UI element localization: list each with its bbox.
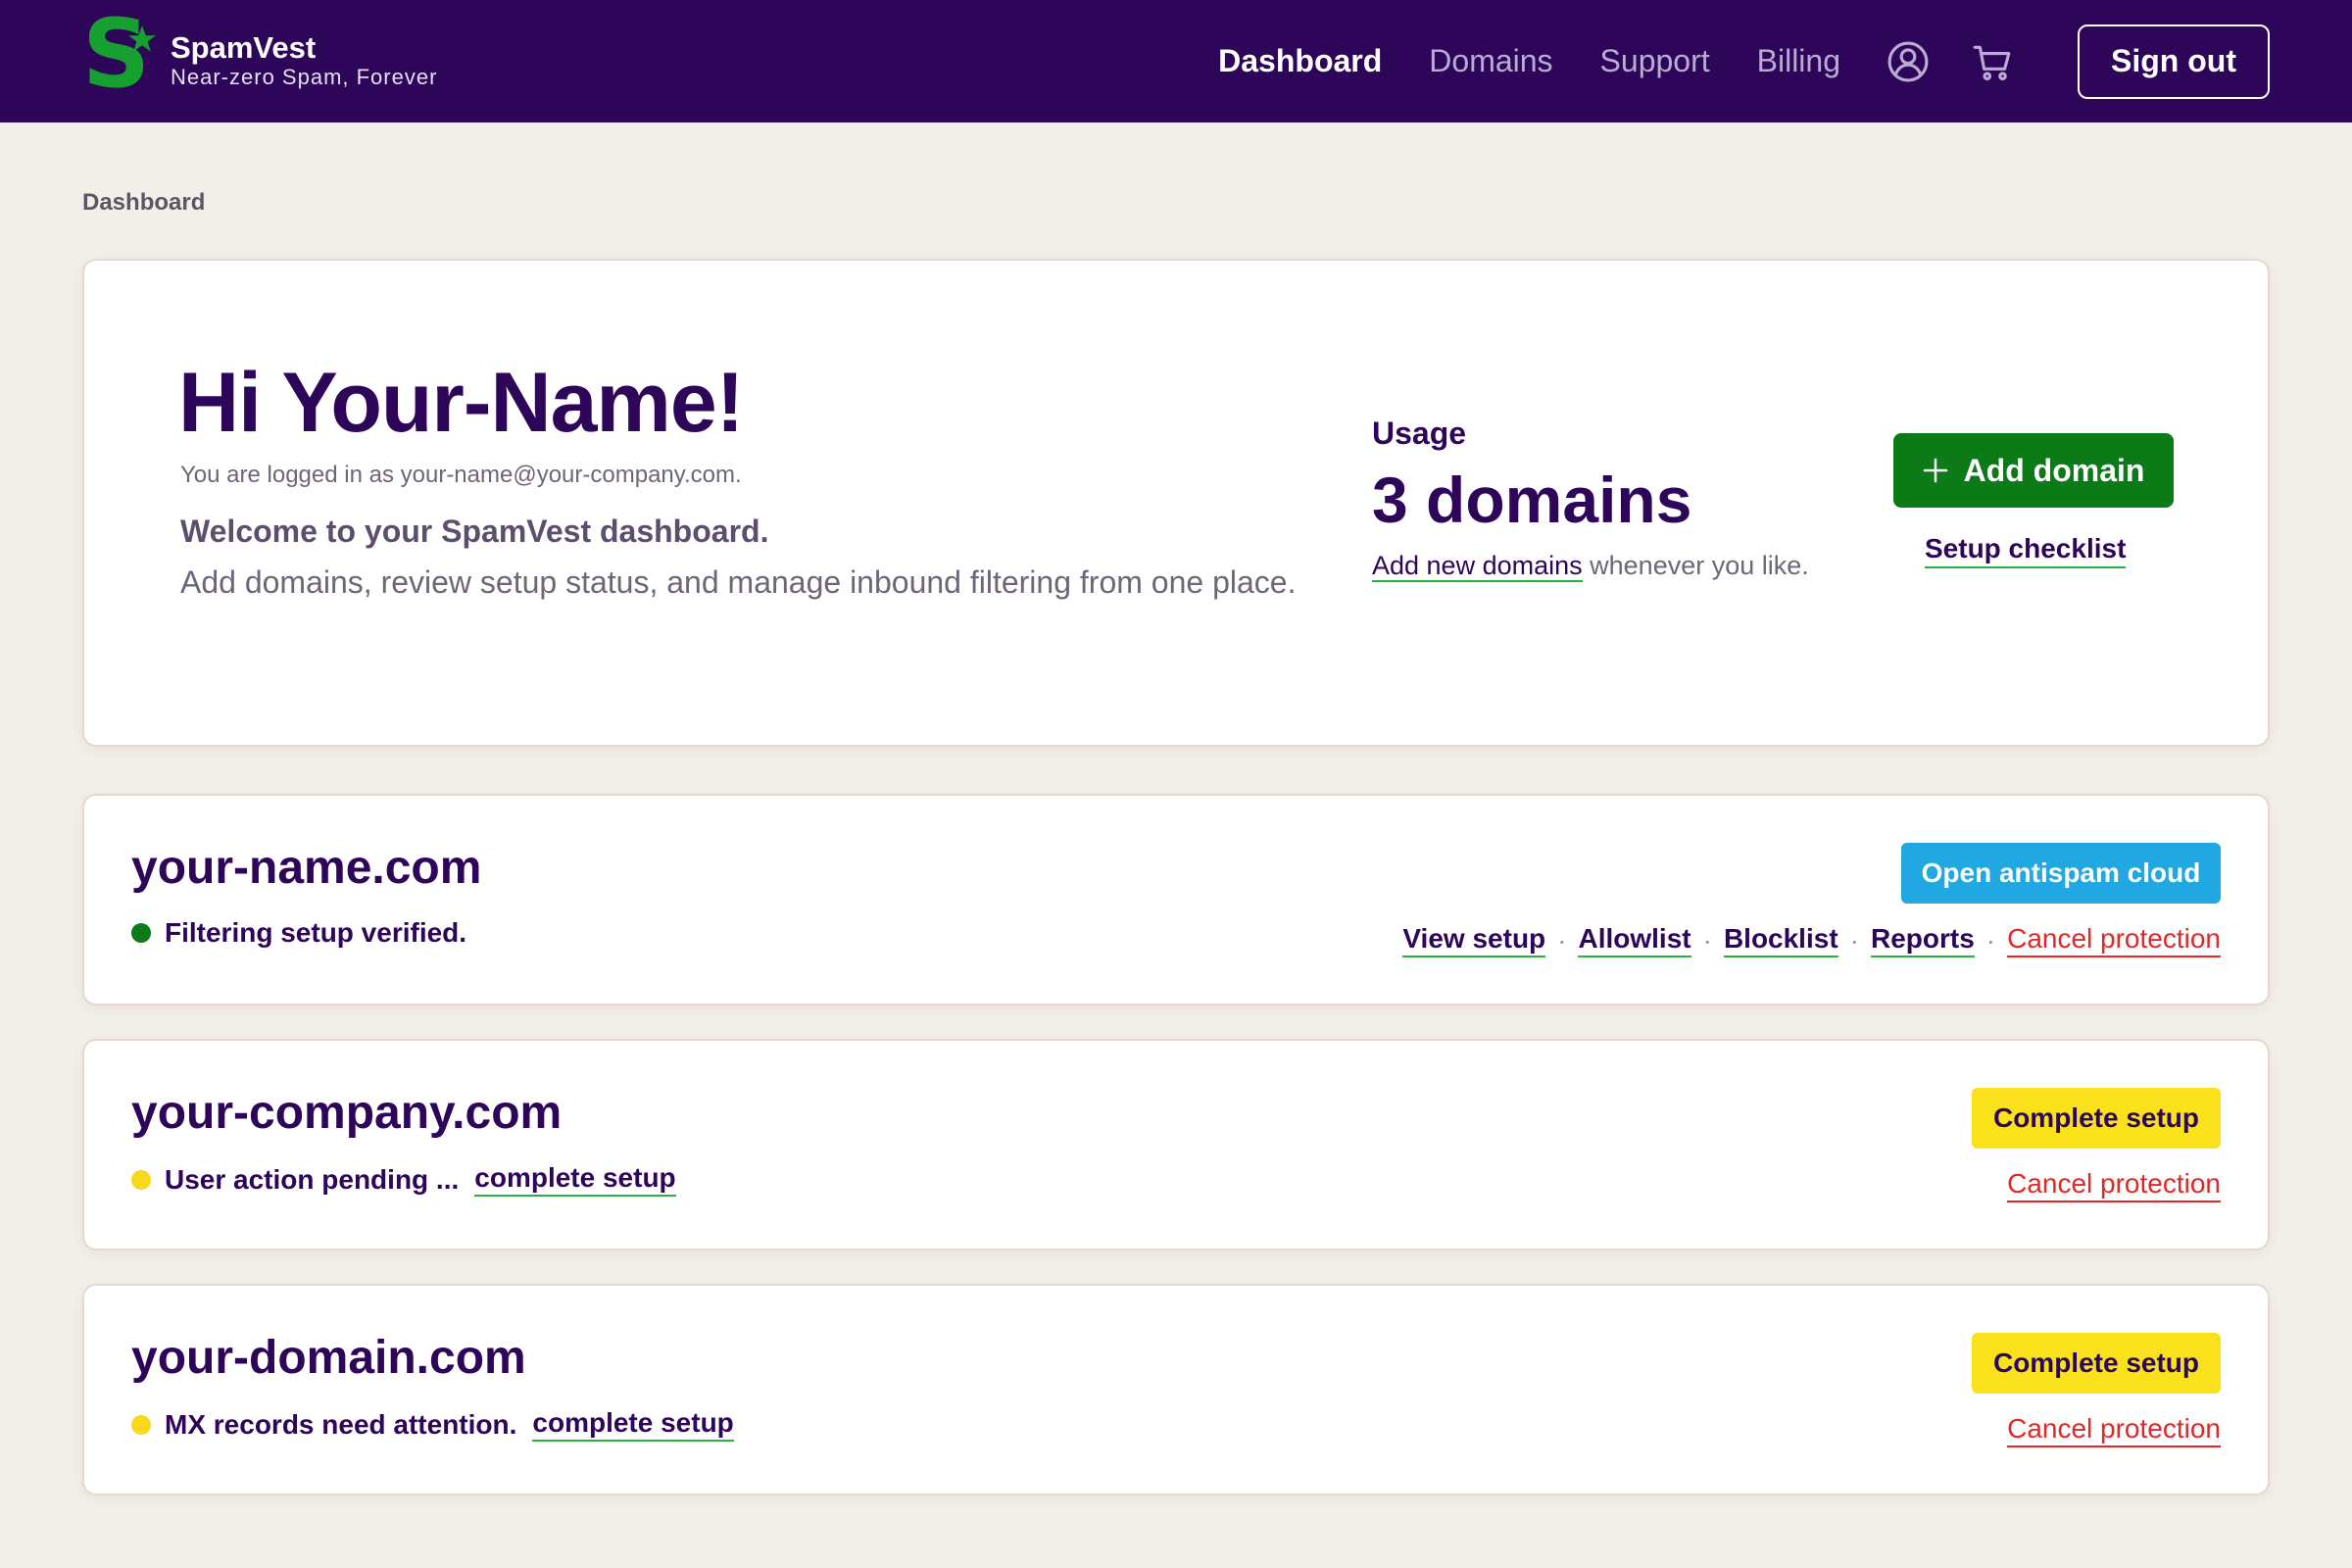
domain-actions: View setup · Allowlist · Blocklist · Rep… xyxy=(1402,923,2221,957)
main-nav: Dashboard Domains Support Billing Sign o… xyxy=(1218,24,2270,99)
status-text: MX records need attention. xyxy=(165,1408,517,1440)
logged-in-info: You are logged in as your-name@your-comp… xyxy=(180,462,742,488)
cancel-protection-link[interactable]: Cancel protection xyxy=(2007,923,2221,957)
complete-setup-button[interactable]: Complete setup xyxy=(1972,1088,2221,1149)
welcome-card: Hi Your-Name! You are logged in as your-… xyxy=(82,259,2270,747)
domain-name: your-company.com xyxy=(131,1087,563,1139)
reports-link[interactable]: Reports xyxy=(1870,923,1975,957)
separator: · xyxy=(1702,924,1712,956)
domain-status: MX records need attention. complete setu… xyxy=(131,1407,734,1442)
logo-letter: S xyxy=(82,0,151,109)
star-icon xyxy=(128,24,156,51)
status-verified-dot-icon xyxy=(131,923,151,943)
usage-value: 3 domains xyxy=(1372,464,1692,536)
domain-name: your-name.com xyxy=(131,842,482,894)
brand-logo-link[interactable]: S SpamVest Near-zero Spam, Forever xyxy=(82,7,437,101)
domain-card-your-name: your-name.com Filtering setup verified. … xyxy=(82,794,2270,1005)
separator: · xyxy=(1849,924,1859,956)
add-domain-label: Add domain xyxy=(1963,452,2145,488)
brand-tagline: Near-zero Spam, Forever xyxy=(171,65,438,90)
complete-setup-link[interactable]: complete setup xyxy=(474,1162,676,1197)
separator: · xyxy=(1557,924,1567,956)
complete-setup-link[interactable]: complete setup xyxy=(532,1407,734,1442)
nav-dashboard[interactable]: Dashboard xyxy=(1218,43,1382,79)
brand-text: SpamVest Near-zero Spam, Forever xyxy=(171,31,437,90)
domain-status: Filtering setup verified. xyxy=(131,917,466,949)
setup-checklist-link[interactable]: Setup checklist xyxy=(1925,533,2127,568)
account-icon[interactable] xyxy=(1887,41,1929,82)
plus-icon xyxy=(1923,458,1947,483)
nav-support[interactable]: Support xyxy=(1600,43,1710,79)
welcome-description: Add domains, review setup status, and ma… xyxy=(180,564,1297,600)
status-pending-dot-icon xyxy=(131,1169,151,1190)
domain-card-your-company: your-company.com User action pending ...… xyxy=(82,1039,2270,1250)
status-pending-dot-icon xyxy=(131,1414,151,1435)
add-new-domains-link[interactable]: Add new domains xyxy=(1372,551,1583,582)
sign-out-button[interactable]: Sign out xyxy=(2078,24,2270,99)
allowlist-link[interactable]: Allowlist xyxy=(1578,923,1691,957)
nav-billing[interactable]: Billing xyxy=(1757,43,1840,79)
domain-status: User action pending ... complete setup xyxy=(131,1162,676,1197)
status-text: User action pending ... xyxy=(165,1163,460,1195)
blocklist-link[interactable]: Blocklist xyxy=(1723,923,1838,957)
add-domain-button[interactable]: Add domain xyxy=(1893,433,2174,508)
cancel-protection-link[interactable]: Cancel protection xyxy=(2007,1413,2221,1447)
breadcrumb: Dashboard xyxy=(82,189,206,216)
nav-domains[interactable]: Domains xyxy=(1429,43,1552,79)
greeting-title: Hi Your-Name! xyxy=(178,356,744,450)
cart-icon[interactable] xyxy=(1972,41,2013,82)
usage-label: Usage xyxy=(1372,416,1467,451)
view-setup-link[interactable]: View setup xyxy=(1402,923,1546,957)
separator: · xyxy=(1985,924,1996,956)
open-antispam-cloud-button[interactable]: Open antispam cloud xyxy=(1901,843,2221,904)
status-text: Filtering setup verified. xyxy=(165,917,467,948)
usage-note: Add new domains whenever you like. xyxy=(1372,551,1809,582)
top-navigation-bar: S SpamVest Near-zero Spam, Forever Dashb… xyxy=(0,0,2352,122)
brand-name: SpamVest xyxy=(171,30,317,66)
welcome-heading: Welcome to your SpamVest dashboard. xyxy=(180,514,769,549)
domain-card-your-domain: your-domain.com MX records need attentio… xyxy=(82,1284,2270,1495)
usage-note-text: whenever you like. xyxy=(1582,551,1809,580)
cancel-protection-link[interactable]: Cancel protection xyxy=(2007,1168,2221,1202)
complete-setup-button[interactable]: Complete setup xyxy=(1972,1333,2221,1394)
domain-name: your-domain.com xyxy=(131,1332,526,1384)
spamvest-logo-icon: S xyxy=(82,7,157,101)
